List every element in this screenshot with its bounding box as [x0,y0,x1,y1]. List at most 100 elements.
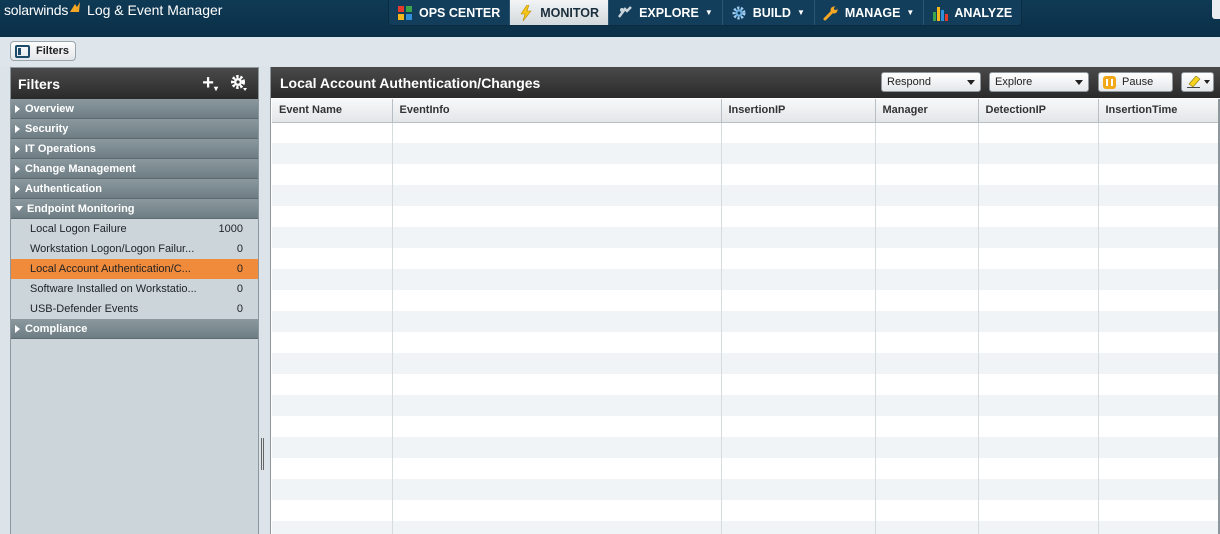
table-cell [978,143,1099,164]
table-row [272,164,1219,185]
filter-item-usb-defender-events[interactable]: USB-Defender Events 0 [11,299,258,319]
filter-group-authentication[interactable]: Authentication [11,179,258,199]
table-cell [978,206,1099,227]
events-panel: Local Account Authentication/Changes Res… [270,67,1220,534]
table-cell [392,248,722,269]
gear-icon[interactable] [230,74,248,92]
table-cell [875,479,979,500]
nav-tab-ops-center[interactable]: OPS CENTER [389,0,511,25]
chevron-down-icon [1075,80,1083,85]
filter-item-software-installed[interactable]: Software Installed on Workstatio... 0 [11,279,258,299]
table-cell [721,437,876,458]
chevron-down-icon: ▼ [704,8,713,17]
table-cell [875,311,979,332]
filter-item-local-logon-failure[interactable]: Local Logon Failure 1000 [11,219,258,239]
table-cell [978,458,1099,479]
table-row [272,521,1219,534]
table-cell [272,500,393,521]
column-header-eventinfo[interactable]: EventInfo [392,99,722,123]
nav-tab-label: BUILD [752,5,791,20]
table-cell [272,311,393,332]
nav-tab-manage[interactable]: MANAGE ▼ [815,0,925,25]
events-table-body [272,122,1219,534]
panel-toggle-icon [15,44,30,58]
table-row [272,143,1219,164]
table-cell [978,479,1099,500]
table-cell [1098,479,1219,500]
nav-tab-build[interactable]: BUILD ▼ [723,0,815,25]
filter-item-local-account-authentication[interactable]: Local Account Authentication/C... 0 [11,259,258,279]
table-cell [392,458,722,479]
filter-group-compliance[interactable]: Compliance [11,319,258,339]
filter-group-it-operations[interactable]: IT Operations [11,139,258,159]
column-header-event-name[interactable]: Event Name [272,99,393,123]
explore-dropdown[interactable]: Explore [989,72,1089,92]
filter-group-label: Change Management [25,162,136,175]
ops-center-icon [398,5,412,20]
filters-toggle-button[interactable]: Filters [10,41,77,61]
table-cell [1098,374,1219,395]
filter-group-label: Overview [25,102,74,115]
table-cell [272,248,393,269]
collapse-arrow-icon [15,206,23,211]
table-cell [392,374,722,395]
table-cell [272,437,393,458]
filter-group-security[interactable]: Security [11,119,258,139]
expand-arrow-icon [15,124,20,133]
table-cell [272,374,393,395]
filter-item-name: USB-Defender Events [30,303,139,315]
column-header-insertiontime[interactable]: InsertionTime [1098,99,1219,123]
table-cell [1098,521,1219,534]
table-cell [721,185,876,206]
table-cell [978,269,1099,290]
filters-panel-title: Filters [18,75,61,92]
table-cell [1098,437,1219,458]
column-header-detectionip[interactable]: DetectionIP [978,99,1099,123]
table-cell [721,311,876,332]
table-cell [978,164,1099,185]
pause-button[interactable]: Pause [1098,72,1173,92]
clear-events-button[interactable] [1181,72,1214,92]
table-row [272,311,1219,332]
table-cell [272,290,393,311]
table-cell [272,395,393,416]
add-filter-icon[interactable]: +▾ [202,73,218,99]
solarwinds-flame-icon [70,2,81,12]
filter-group-overview[interactable]: Overview [11,99,258,119]
filter-item-workstation-logon[interactable]: Workstation Logon/Logon Failur... 0 [11,239,258,259]
table-cell [392,416,722,437]
table-cell [1098,164,1219,185]
table-cell [875,269,979,290]
table-cell [272,122,393,143]
nav-tab-monitor[interactable]: MONITOR [510,0,610,25]
table-cell [875,248,979,269]
filter-group-change-management[interactable]: Change Management [11,159,258,179]
table-row [272,248,1219,269]
table-cell [392,185,722,206]
table-cell [978,374,1099,395]
table-cell [875,458,979,479]
table-cell [392,395,722,416]
panel-resize-handle[interactable] [261,438,264,470]
table-cell [392,206,722,227]
table-cell [721,290,876,311]
table-cell [978,500,1099,521]
filter-group-endpoint-monitoring[interactable]: Endpoint Monitoring [11,199,258,219]
table-cell [1098,290,1219,311]
table-row [272,416,1219,437]
table-cell [875,185,979,206]
events-table: Event Name EventInfo InsertionIP Manager… [272,99,1219,534]
table-cell [875,206,979,227]
respond-dropdown[interactable]: Respond [881,72,981,92]
table-cell [1098,458,1219,479]
table-cell [1098,122,1219,143]
nav-tab-analyze[interactable]: ANALYZE [924,0,1021,25]
table-cell [272,143,393,164]
nav-tab-explore[interactable]: EXPLORE ▼ [609,0,723,25]
column-header-manager[interactable]: Manager [875,99,979,123]
table-row [272,353,1219,374]
bar-chart-icon [933,6,949,21]
table-cell [978,332,1099,353]
column-header-insertionip[interactable]: InsertionIP [721,99,876,123]
table-cell [392,479,722,500]
